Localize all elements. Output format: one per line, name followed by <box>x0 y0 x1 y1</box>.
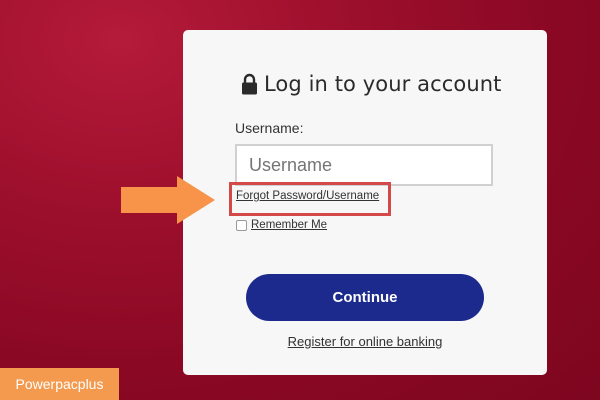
username-label: Username: <box>235 120 304 136</box>
register-online-banking-link[interactable]: Register for online banking <box>183 334 547 349</box>
remember-me-checkbox[interactable] <box>236 219 247 231</box>
watermark-badge: Powerpacplus <box>0 368 119 400</box>
page-title: Log in to your account <box>264 72 502 96</box>
lock-icon <box>241 73 258 95</box>
remember-me-row: Remember Me <box>236 219 327 231</box>
forgot-password-username-link[interactable]: Forgot Password/Username <box>236 190 379 202</box>
arrow-right-icon <box>121 176 215 229</box>
continue-button[interactable]: Continue <box>246 274 484 321</box>
username-input[interactable] <box>235 144 493 186</box>
remember-me-label[interactable]: Remember Me <box>251 219 327 231</box>
login-card: Log in to your account Username: Forgot … <box>183 30 547 375</box>
title-row: Log in to your account <box>241 72 502 96</box>
watermark-text: Powerpacplus <box>15 376 104 392</box>
